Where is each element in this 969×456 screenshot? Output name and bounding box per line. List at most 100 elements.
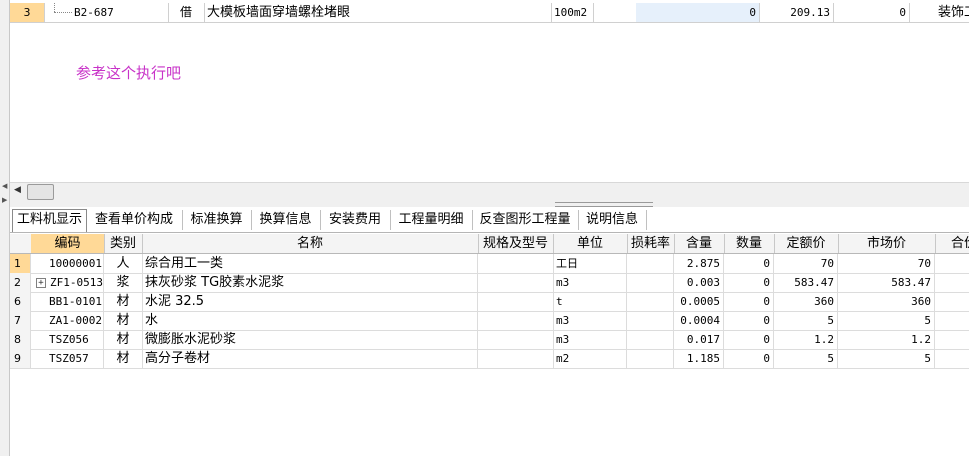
cell-category[interactable]: 材 bbox=[104, 292, 143, 311]
cell-loss-rate[interactable] bbox=[627, 330, 674, 349]
cell-quota-price[interactable]: 5 bbox=[774, 311, 838, 330]
cell-quota-price[interactable]: 583.47 bbox=[774, 273, 838, 292]
header-unit[interactable]: 单位 bbox=[553, 234, 628, 253]
cell-loss-rate[interactable] bbox=[627, 292, 674, 311]
row-number[interactable]: 6 bbox=[10, 292, 31, 311]
cell-code[interactable]: TSZ057 bbox=[31, 349, 104, 368]
tab-installation-fee[interactable]: 安装费用 bbox=[320, 210, 391, 230]
cell-unit[interactable]: m2 bbox=[553, 349, 627, 368]
tab-description-info[interactable]: 说明信息 bbox=[578, 210, 647, 230]
cell-spec[interactable] bbox=[478, 311, 554, 330]
cell-code[interactable]: ZA1-0002 bbox=[31, 311, 104, 330]
cell-category[interactable]: 材 bbox=[104, 349, 143, 368]
cell-quantity[interactable]: 0 bbox=[724, 254, 774, 273]
cell-total-price[interactable] bbox=[935, 254, 969, 273]
header-market-price[interactable]: 市场价 bbox=[838, 234, 936, 253]
cell-unit[interactable]: m3 bbox=[553, 273, 627, 292]
cell-quantity[interactable]: 0 bbox=[724, 273, 774, 292]
row-number[interactable]: 2 bbox=[10, 273, 31, 292]
cell-unit[interactable]: m3 bbox=[553, 311, 627, 330]
cell-market-price[interactable]: 5 bbox=[838, 311, 935, 330]
header-total-price[interactable]: 合价 bbox=[935, 234, 969, 253]
cell-spec[interactable] bbox=[478, 273, 554, 292]
table-row[interactable]: 7 ZA1-0002 材水 m3 0.0004 0 5 5 bbox=[10, 311, 969, 331]
cell-code[interactable]: ZF1-0513 + bbox=[31, 273, 104, 292]
cell-quota-price[interactable]: 1.2 bbox=[774, 330, 838, 349]
table-row[interactable]: 8 TSZ056 材微膨胀水泥砂浆 m3 0.017 0 1.2 1.2 bbox=[10, 330, 969, 350]
horizontal-scrollbar[interactable]: ◀ bbox=[10, 182, 969, 201]
code-cell[interactable]: B2-687 bbox=[44, 3, 169, 22]
cell-loss-rate[interactable] bbox=[627, 311, 674, 330]
cell-unit[interactable]: 工日 bbox=[553, 254, 627, 273]
cell-total-price[interactable] bbox=[935, 311, 969, 330]
tab-reverse-graphic-quantity[interactable]: 反查图形工程量 bbox=[472, 210, 579, 230]
quota-name[interactable]: 大模板墙面穿墙螺栓堵眼 bbox=[204, 3, 552, 22]
tab-labor-material-machine[interactable]: 工料机显示 bbox=[12, 209, 87, 232]
cell-name[interactable]: 高分子卷材 bbox=[142, 349, 478, 368]
header-name[interactable]: 名称 bbox=[142, 234, 479, 253]
row-number[interactable]: 8 bbox=[10, 330, 31, 349]
cell-spec[interactable] bbox=[478, 254, 554, 273]
cell-content[interactable]: 0.0004 bbox=[674, 311, 724, 330]
cell-content[interactable]: 1.185 bbox=[674, 349, 724, 368]
header-spec[interactable]: 规格及型号 bbox=[478, 234, 554, 253]
cell-code[interactable]: TSZ056 bbox=[31, 330, 104, 349]
expand-right-icon[interactable]: ▶ bbox=[2, 196, 7, 204]
header-loss-rate[interactable]: 损耗率 bbox=[627, 234, 675, 253]
cell-category[interactable]: 材 bbox=[104, 311, 143, 330]
table-row[interactable]: 2 ZF1-0513 + 浆抹灰砂浆 TG胶素水泥浆 m3 0.003 0 583.47 583… bbox=[10, 273, 969, 293]
row-number[interactable]: 1 bbox=[10, 254, 31, 273]
cell-content[interactable]: 0.0005 bbox=[674, 292, 724, 311]
cell-category[interactable]: 人 bbox=[104, 254, 143, 273]
cell-quantity[interactable]: 0 bbox=[724, 349, 774, 368]
cell-total-price[interactable] bbox=[935, 349, 969, 368]
cell-quantity[interactable]: 0 bbox=[724, 292, 774, 311]
panel-splitter[interactable] bbox=[10, 200, 969, 207]
cell-content[interactable]: 2.875 bbox=[674, 254, 724, 273]
scroll-left-icon[interactable]: ◀ bbox=[14, 185, 21, 195]
header-category[interactable]: 类别 bbox=[104, 234, 143, 253]
cell-market-price[interactable]: 70 bbox=[838, 254, 935, 273]
cell-name[interactable]: 抹灰砂浆 TG胶素水泥浆 bbox=[142, 273, 478, 292]
cell-category[interactable]: 浆 bbox=[104, 273, 143, 292]
table-row[interactable]: 9 TSZ057 材高分子卷材 m2 1.185 0 5 5 bbox=[10, 349, 969, 369]
tab-conversion-info[interactable]: 换算信息 bbox=[251, 210, 321, 230]
cell-unit[interactable]: t bbox=[553, 292, 627, 311]
cell-total-price[interactable] bbox=[935, 273, 969, 292]
cell-total-price[interactable] bbox=[935, 330, 969, 349]
cell-quota-price[interactable]: 5 bbox=[774, 349, 838, 368]
table-row[interactable]: 6 BB1-0101 材水泥 32.5 t 0.0005 0 360 360 bbox=[10, 292, 969, 312]
header-code[interactable]: 编码 bbox=[31, 234, 105, 253]
cell-quota-price[interactable]: 70 bbox=[774, 254, 838, 273]
cell-quantity[interactable]: 0 bbox=[724, 330, 774, 349]
header-content[interactable]: 含量 bbox=[674, 234, 725, 253]
splitter-grip[interactable] bbox=[555, 202, 653, 207]
cell-market-price[interactable]: 583.47 bbox=[838, 273, 935, 292]
cell-quantity[interactable]: 0 bbox=[724, 311, 774, 330]
collapse-left-icon[interactable]: ◀ bbox=[2, 182, 7, 190]
table-row[interactable]: 1 10000001 人综合用工一类 工日 2.875 0 70 70 bbox=[10, 254, 969, 274]
quota-unit[interactable]: 100m2 bbox=[552, 3, 594, 22]
cell-content[interactable]: 0.017 bbox=[674, 330, 724, 349]
quota-empty-cell[interactable] bbox=[594, 3, 637, 22]
cell-loss-rate[interactable] bbox=[627, 254, 674, 273]
cell-name[interactable]: 水泥 32.5 bbox=[142, 292, 478, 311]
quota-row[interactable]: 3 B2-687 借 大模板墙面穿墙螺栓堵眼 100m2 0 209.13 0 … bbox=[10, 3, 969, 23]
scroll-thumb[interactable] bbox=[27, 184, 54, 200]
left-splitter-gutter[interactable]: ◀ ▶ bbox=[0, 0, 10, 456]
cell-spec[interactable] bbox=[478, 292, 554, 311]
tab-unit-price-composition[interactable]: 查看单价构成 bbox=[86, 210, 183, 230]
tab-standard-conversion[interactable]: 标准换算 bbox=[182, 210, 252, 230]
cell-total-price[interactable] bbox=[935, 292, 969, 311]
cell-code[interactable]: BB1-0101 bbox=[31, 292, 104, 311]
cell-loss-rate[interactable] bbox=[627, 273, 674, 292]
header-quota-price[interactable]: 定额价 bbox=[774, 234, 839, 253]
cell-content[interactable]: 0.003 bbox=[674, 273, 724, 292]
cell-unit[interactable]: m3 bbox=[553, 330, 627, 349]
cell-spec[interactable] bbox=[478, 349, 554, 368]
expand-plus-icon[interactable]: + bbox=[36, 278, 46, 288]
cell-name[interactable]: 微膨胀水泥砂浆 bbox=[142, 330, 478, 349]
tab-quantity-details[interactable]: 工程量明细 bbox=[390, 210, 473, 230]
cell-code[interactable]: 10000001 bbox=[31, 254, 104, 273]
row-number[interactable]: 9 bbox=[10, 349, 31, 368]
